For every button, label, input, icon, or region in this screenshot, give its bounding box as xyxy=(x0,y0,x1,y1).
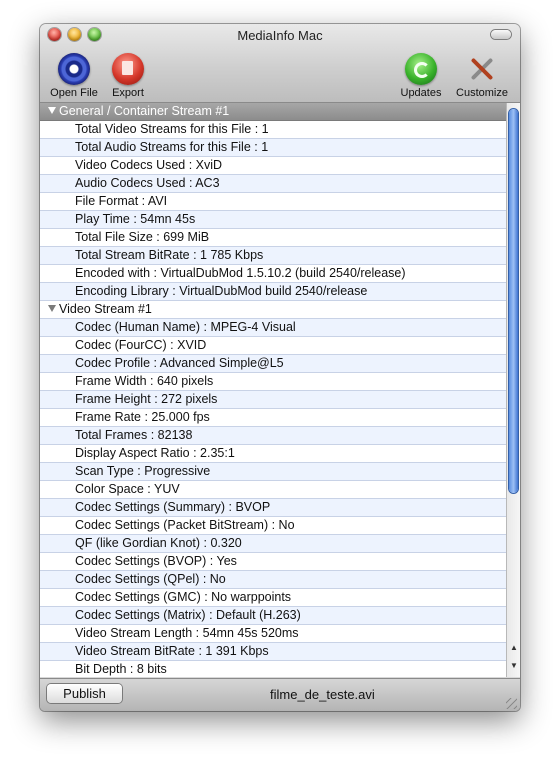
window-title: MediaInfo Mac xyxy=(237,28,323,43)
disclosure-triangle-icon[interactable] xyxy=(48,305,56,312)
list-item[interactable]: Encoding Library : VirtualDubMod build 2… xyxy=(40,283,506,301)
list-item[interactable]: Codec Settings (Summary) : BVOP xyxy=(40,499,506,517)
list-item[interactable]: Video Stream Length : 54mn 45s 520ms xyxy=(40,625,506,643)
list-item[interactable]: Scan Type : Progressive xyxy=(40,463,506,481)
list-item[interactable]: Total Video Streams for this File : 1 xyxy=(40,121,506,139)
list-item[interactable]: Encoded with : VirtualDubMod 1.5.10.2 (b… xyxy=(40,265,506,283)
updates-button[interactable]: Updates xyxy=(398,53,444,99)
mediainfo-window: MediaInfo Mac Open File Export Updates C… xyxy=(40,24,520,711)
section-header-video[interactable]: Video Stream #1 xyxy=(40,301,506,319)
list-item[interactable]: Codec Profile : Advanced Simple@L5 xyxy=(40,355,506,373)
file-name-label: filme_de_teste.avi xyxy=(270,687,375,702)
vertical-scrollbar[interactable]: ▲ ▼ xyxy=(506,103,520,677)
title-bar: MediaInfo Mac Open File Export Updates C… xyxy=(40,24,520,103)
list-item[interactable]: Display Aspect Ratio : 2.35:1 xyxy=(40,445,506,463)
section-title: General / Container Stream #1 xyxy=(59,104,230,118)
list-item[interactable]: Codec Settings (Packet BitStream) : No xyxy=(40,517,506,535)
tools-icon xyxy=(466,53,498,85)
export-icon xyxy=(112,53,144,85)
list-item[interactable]: Video Stream BitRate : 1 391 Kbps xyxy=(40,643,506,661)
bottom-bar: Publish filme_de_teste.avi xyxy=(40,678,520,711)
scroll-down-arrow-icon[interactable]: ▼ xyxy=(507,659,520,673)
customize-label: Customize xyxy=(456,87,508,99)
list-item[interactable]: Total Frames : 82138 xyxy=(40,427,506,445)
customize-button[interactable]: Customize xyxy=(452,53,512,99)
list-item[interactable]: Color Space : YUV xyxy=(40,481,506,499)
export-button[interactable]: Export xyxy=(108,53,148,99)
list-item[interactable]: Total Stream BitRate : 1 785 Kbps xyxy=(40,247,506,265)
toolbar-toggle-button[interactable] xyxy=(491,30,511,39)
update-arrows-icon xyxy=(405,53,437,85)
info-list[interactable]: General / Container Stream #1 Total Vide… xyxy=(40,103,506,677)
list-item[interactable]: Codec Settings (QPel) : No xyxy=(40,571,506,589)
list-item[interactable]: Total Audio Streams for this File : 1 xyxy=(40,139,506,157)
list-item[interactable]: Frame Height : 272 pixels xyxy=(40,391,506,409)
list-item[interactable]: QF (like Gordian Knot) : 0.320 xyxy=(40,535,506,553)
list-item[interactable]: Codec Settings (BVOP) : Yes xyxy=(40,553,506,571)
publish-button[interactable]: Publish xyxy=(47,684,122,703)
list-item[interactable]: Codec Settings (Matrix) : Default (H.263… xyxy=(40,607,506,625)
list-item[interactable]: Total File Size : 699 MiB xyxy=(40,229,506,247)
open-file-button[interactable]: Open File xyxy=(48,53,100,99)
list-item[interactable]: Play Time : 54mn 45s xyxy=(40,211,506,229)
section-header-general[interactable]: General / Container Stream #1 xyxy=(40,103,506,121)
list-item[interactable]: File Format : AVI xyxy=(40,193,506,211)
eye-icon xyxy=(58,53,90,85)
scrollbar-thumb[interactable] xyxy=(509,109,518,493)
list-item[interactable]: Frame Rate : 25.000 fps xyxy=(40,409,506,427)
export-label: Export xyxy=(112,87,144,99)
list-item[interactable]: Codec Settings (GMC) : No warppoints xyxy=(40,589,506,607)
updates-label: Updates xyxy=(400,87,442,99)
list-item[interactable]: Codec (FourCC) : XVID xyxy=(40,337,506,355)
list-item[interactable]: Bit Depth : 8 bits xyxy=(40,661,506,677)
list-item[interactable]: Video Codecs Used : XviD xyxy=(40,157,506,175)
list-item[interactable]: Codec (Human Name) : MPEG-4 Visual xyxy=(40,319,506,337)
scroll-up-arrow-icon[interactable]: ▲ xyxy=(507,641,520,655)
disclosure-triangle-icon[interactable] xyxy=(48,107,56,114)
list-item[interactable]: Frame Width : 640 pixels xyxy=(40,373,506,391)
section-title: Video Stream #1 xyxy=(59,302,152,316)
open-file-label: Open File xyxy=(50,87,98,99)
list-item[interactable]: Audio Codecs Used : AC3 xyxy=(40,175,506,193)
resize-grip-icon[interactable] xyxy=(506,698,517,709)
